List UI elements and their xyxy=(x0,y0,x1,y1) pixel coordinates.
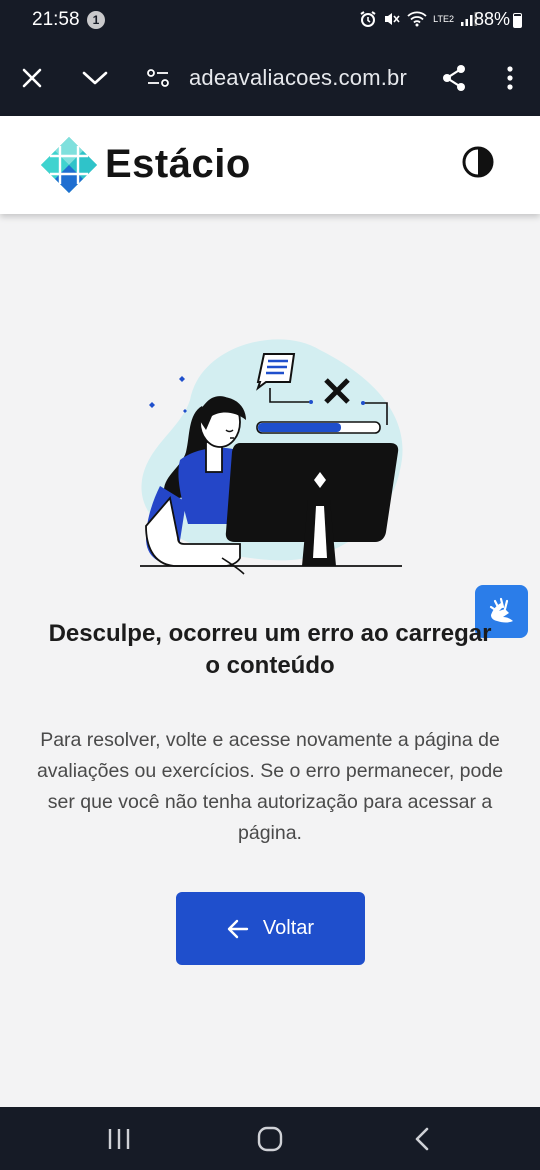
logo-text: Estácio xyxy=(105,142,251,186)
wifi-icon xyxy=(407,11,427,27)
browser-toolbar: adeavaliacoes.com.br xyxy=(0,40,540,116)
contrast-toggle-icon[interactable] xyxy=(461,145,495,179)
notification-count-badge: 1 xyxy=(87,11,105,29)
arrow-left-icon xyxy=(227,919,249,938)
url-display[interactable]: adeavaliacoes.com.br xyxy=(189,65,407,91)
home-button[interactable] xyxy=(250,1123,290,1155)
status-bar: 21:58 1 LTE2 88% xyxy=(0,0,540,40)
share-icon xyxy=(443,65,465,91)
battery-icon xyxy=(513,13,522,28)
site-settings-icon xyxy=(147,69,169,87)
alarm-icon xyxy=(360,11,376,27)
home-icon xyxy=(257,1126,283,1152)
error-title: Desculpe, ocorreu um erro ao carregar o … xyxy=(48,620,492,679)
battery-percentage: 88% xyxy=(473,9,510,29)
back-button[interactable]: Voltar xyxy=(176,892,365,965)
error-illustration xyxy=(140,339,403,575)
share-button[interactable] xyxy=(436,60,472,96)
recent-apps-button[interactable] xyxy=(99,1123,139,1155)
recent-apps-icon xyxy=(108,1129,130,1149)
mute-icon xyxy=(385,13,400,25)
back-nav-button[interactable] xyxy=(402,1123,442,1155)
site-header: Estácio xyxy=(0,116,540,214)
estacio-logo-icon[interactable] xyxy=(40,136,98,194)
more-options-button[interactable] xyxy=(492,60,528,96)
status-time: 21:58 xyxy=(32,9,80,30)
status-icons: LTE2 xyxy=(359,10,478,28)
site-settings-button[interactable] xyxy=(140,60,176,96)
minimize-tab-button[interactable] xyxy=(77,60,113,96)
chevron-down-icon xyxy=(82,71,108,85)
back-chevron-icon xyxy=(415,1127,429,1151)
error-description: Para resolver, volte e acesse novamente … xyxy=(36,729,504,844)
close-tab-button[interactable] xyxy=(14,60,50,96)
more-vert-icon xyxy=(507,66,513,90)
back-button-label: Voltar xyxy=(262,917,315,939)
system-navigation-bar xyxy=(0,1107,540,1170)
close-icon xyxy=(22,68,42,88)
network-label: LTE2 xyxy=(433,13,454,24)
